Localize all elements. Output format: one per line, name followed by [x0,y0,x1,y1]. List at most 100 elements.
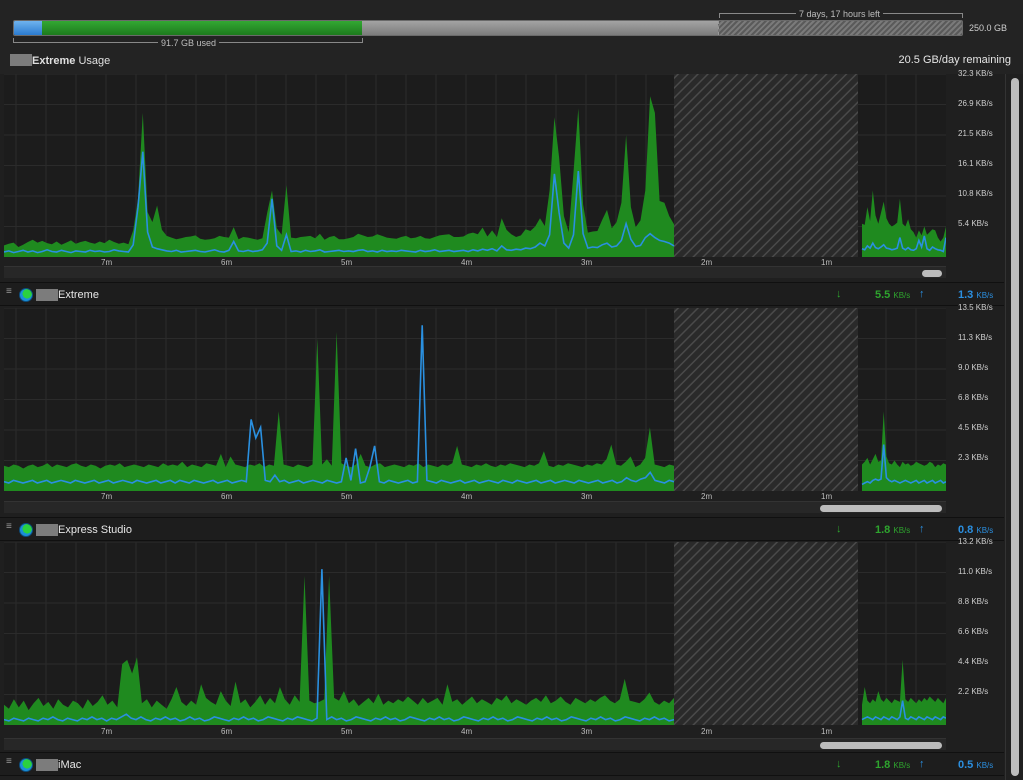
chart-horizontal-scrollbar[interactable] [4,266,946,278]
vertical-scrollbar-thumb[interactable] [1011,78,1019,776]
download-arrow-icon: ↓ [836,758,842,770]
x-tick-label: 2m [701,492,713,501]
throughput-chart [4,308,946,491]
upload-rate: 1.3 KB/s [958,289,993,301]
chart-scrollbar-thumb[interactable] [820,505,942,512]
x-tick-label: 4m [461,727,473,736]
usage-bar-upload-segment [14,21,43,35]
capacity-label: 250.0 GB [969,23,1008,33]
upload-rate-value: 0.5 [958,759,974,771]
no-data-region [674,308,858,491]
y-tick-label: 5.4 KB/s [958,219,989,228]
usage-summary: 7 days, 17 hours left 91.7 GB used 250.0… [0,0,1023,74]
chart-scrollbar-thumb[interactable] [820,742,942,749]
y-axis: 13.5 KB/s 11.3 KB/s 9.0 KB/s 6.8 KB/s 4.5 KB… [948,303,1004,491]
x-axis: 7m 6m 5m 4m 3m 2m 1m [4,726,946,738]
drag-handle-icon[interactable]: ≡ [6,522,13,532]
y-tick-label: 4.5 KB/s [958,423,989,432]
upload-arrow-icon: ↑ [919,758,925,770]
device-row[interactable]: ≡ Express Studio ↓ 1.8 KB/s ↑ 0.8 KB/s [0,517,1004,541]
upload-rate-unit: KB/s [976,761,994,770]
device-status-icon [19,288,33,302]
x-tick-label: 1m [821,492,833,501]
download-rate-value: 5.5 [875,289,891,301]
y-tick-label: 21.5 KB/s [958,129,993,138]
upload-rate: 0.8 KB/s [958,524,993,536]
x-tick-label: 6m [221,492,233,501]
x-tick-label: 1m [821,727,833,736]
chart-horizontal-scrollbar[interactable] [4,738,946,750]
upload-rate-value: 0.8 [958,524,974,536]
y-tick-label: 11.0 KB/s [958,567,993,576]
usage-title-suffix: Usage [75,55,111,67]
y-axis: 13.2 KB/s 11.0 KB/s 8.8 KB/s 6.6 KB/s 4.4 KB… [948,537,1004,725]
y-tick-label: 8.8 KB/s [958,597,989,606]
y-tick-label: 32.3 KB/s [958,69,993,78]
y-tick-label: 10.8 KB/s [958,189,993,198]
x-tick-label: 5m [341,492,353,501]
upload-rate-unit: KB/s [976,291,994,300]
usage-progress-bar [13,20,963,36]
upload-line [4,569,675,722]
x-tick-label: 7m [101,492,113,501]
used-label: 91.7 GB used [158,38,220,48]
usage-bar-elapsed-segment [361,21,719,35]
y-tick-label: 6.8 KB/s [958,393,989,402]
vertical-scrollbar[interactable] [1005,74,1023,780]
upload-rate-value: 1.3 [958,289,974,301]
download-rate-value: 1.8 [875,524,891,536]
download-rate: 5.5 KB/s [875,289,910,301]
y-tick-label: 2.3 KB/s [958,453,989,462]
chart-horizontal-scrollbar[interactable] [4,501,946,513]
chart-area-1 [4,74,946,257]
drag-handle-icon[interactable]: ≡ [6,757,13,767]
throughput-chart [4,74,946,257]
drag-handle-icon[interactable]: ≡ [6,287,13,297]
y-tick-label: 26.9 KB/s [958,99,993,108]
device-status-icon [19,523,33,537]
download-rate-unit: KB/s [893,526,911,535]
usage-bar-remaining-segment [718,21,962,35]
usage-bar-download-segment [42,21,362,35]
y-tick-label: 16.1 KB/s [958,159,993,168]
download-rate: 1.8 KB/s [875,759,910,771]
upload-rate-unit: KB/s [976,526,994,535]
device-row[interactable]: ≡ iMac ↓ 1.8 KB/s ↑ 0.5 KB/s [0,752,1004,776]
download-arrow-icon: ↓ [836,288,842,300]
x-tick-label: 4m [461,492,473,501]
device-name: Extreme [58,289,99,301]
device-name: Express Studio [58,524,132,536]
download-area [4,331,674,491]
y-tick-label: 4.4 KB/s [958,657,989,666]
download-rate-unit: KB/s [893,291,911,300]
chart-area-3 [4,542,946,725]
throughput-chart [4,542,946,725]
y-tick-label: 11.3 KB/s [958,333,993,342]
x-tick-label: 6m [221,727,233,736]
download-area [4,575,674,725]
upload-rate: 0.5 KB/s [958,759,993,771]
upload-arrow-icon: ↑ [919,288,925,300]
y-tick-label: 6.6 KB/s [958,627,989,636]
chart-area-2 [4,308,946,491]
y-tick-label: 13.2 KB/s [958,537,993,546]
upload-arrow-icon: ↑ [919,523,925,535]
download-rate-unit: KB/s [893,761,911,770]
redacted-name [36,759,58,771]
redacted-name [36,524,58,536]
y-tick-label: 13.5 KB/s [958,303,993,312]
redacted-name [36,289,58,301]
time-left-label: 7 days, 17 hours left [796,9,884,19]
usage-title: Extreme Usage [10,54,110,67]
download-rate-value: 1.8 [875,759,891,771]
y-tick-label: 2.2 KB/s [958,687,989,696]
device-name: iMac [58,759,82,771]
no-data-region [674,542,858,725]
chart-scrollbar-thumb[interactable] [922,270,942,277]
x-tick-label: 3m [581,492,593,501]
x-tick-label: 2m [701,727,713,736]
device-row[interactable]: ≡ Extreme ↓ 5.5 KB/s ↑ 1.3 KB/s [0,282,1004,306]
x-tick-label: 7m [101,727,113,736]
no-data-region [674,74,858,257]
download-area-recent [862,659,946,725]
